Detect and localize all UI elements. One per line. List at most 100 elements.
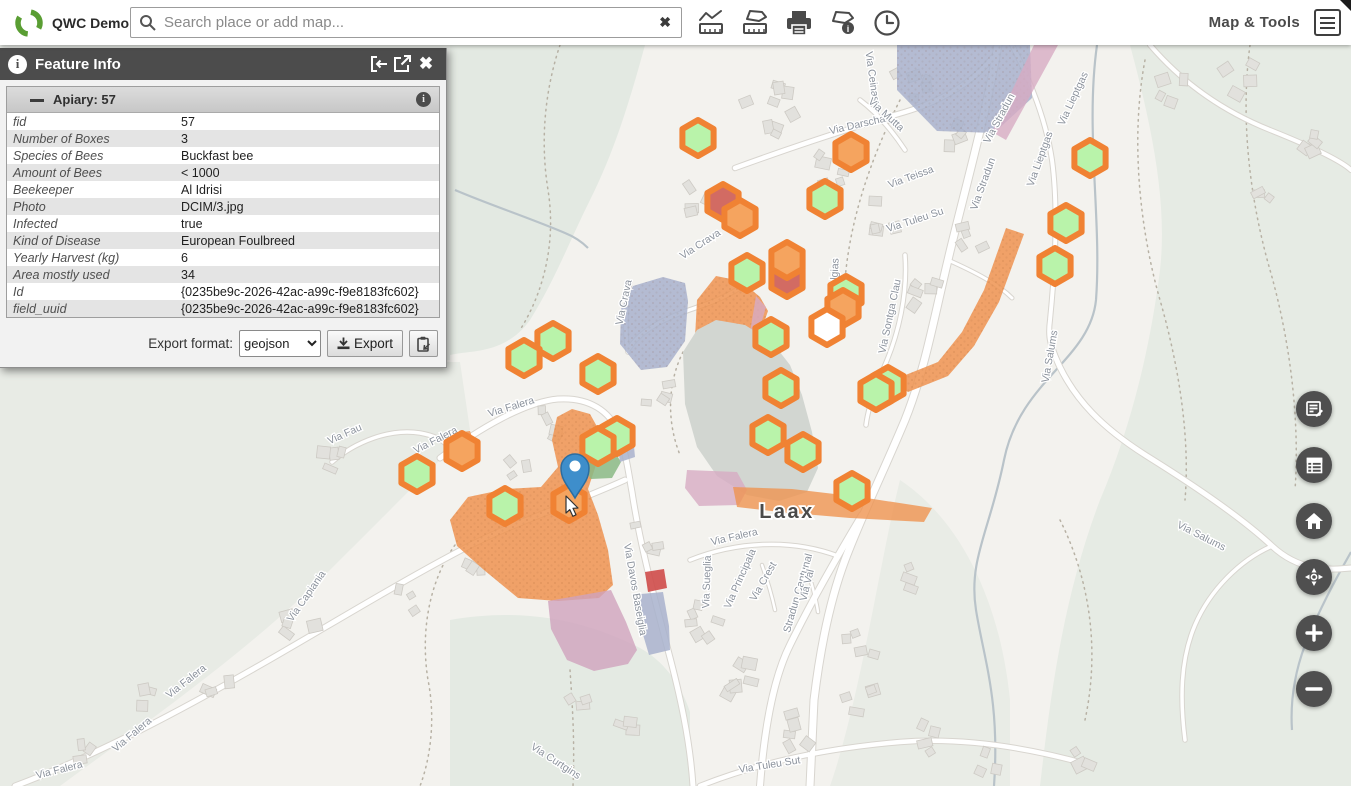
zoom-out-button[interactable] <box>1296 671 1332 707</box>
apiary-hex-marker[interactable] <box>724 200 755 236</box>
apiary-hex-marker[interactable] <box>752 417 783 453</box>
menu-button[interactable] <box>1314 9 1341 36</box>
apiary-hex-marker[interactable] <box>582 428 613 464</box>
attribute-label: Infected <box>7 215 175 232</box>
toolbar-buttons: i <box>694 6 904 40</box>
feature-info-header[interactable]: i Feature Info ✖ <box>0 48 446 80</box>
apiary-hex-marker[interactable] <box>582 356 613 392</box>
attribute-row: Amount of Bees< 1000 <box>7 164 439 181</box>
attribute-label: Species of Bees <box>7 147 175 164</box>
street-label: Via Sueglia <box>700 555 714 608</box>
feature-info-panel: i Feature Info ✖ Apiary: 57 i fid57Nu <box>0 48 447 368</box>
feature-title: Apiary: 57 <box>53 92 416 107</box>
attribute-value: {0235be9c-2026-42ac-a99c-f9e8183fc602} <box>175 300 439 317</box>
apiary-hex-marker[interactable] <box>771 242 802 278</box>
attribute-label: Number of Boxes <box>7 130 175 147</box>
feature-result-section: Apiary: 57 i fid57Number of Boxes3Specie… <box>6 86 440 318</box>
attribute-label: field_uuid <box>7 300 175 317</box>
open-window-icon[interactable] <box>390 53 414 75</box>
feature-section-header[interactable]: Apiary: 57 i <box>7 87 439 113</box>
clear-search-icon[interactable]: ✖ <box>649 14 681 31</box>
attribute-label: Id <box>7 283 175 300</box>
svg-text:i: i <box>847 24 850 34</box>
attribute-label: Yearly Harvest (kg) <box>7 249 175 266</box>
place-label-laax: Laax <box>759 501 815 523</box>
export-format-select[interactable]: geojson <box>239 330 321 357</box>
attribute-row: Yearly Harvest (kg)6 <box>7 249 439 266</box>
attribute-value: true <box>175 215 439 232</box>
panel-title: Feature Info <box>35 56 366 73</box>
attribute-row: PhotoDCIM/3.jpg <box>7 198 439 215</box>
apiary-hex-marker[interactable] <box>1039 248 1070 284</box>
map-tools-label: Map & Tools <box>1209 14 1300 31</box>
export-bar: Export format: geojson Export <box>0 324 446 367</box>
apiary-hex-marker[interactable] <box>446 433 477 469</box>
attribute-row: Kind of DiseaseEuropean Foulbreed <box>7 232 439 249</box>
apiary-hex-marker[interactable] <box>1074 140 1105 176</box>
edit-tasks-button[interactable] <box>1296 391 1332 427</box>
apiary-hex-marker[interactable] <box>860 374 891 410</box>
apiary-hex-marker[interactable] <box>809 181 840 217</box>
app-title: QWC Demo <box>52 15 129 31</box>
attribute-row: Species of BeesBuckfast bee <box>7 147 439 164</box>
attribute-row: BeekeeperAl Idrisi <box>7 181 439 198</box>
attribute-row: field_uuid{0235be9c-2026-42ac-a99c-f9e81… <box>7 300 439 317</box>
app-logo[interactable]: QWC Demo <box>0 8 128 38</box>
building-red[interactable] <box>645 569 667 592</box>
identify-region-icon[interactable]: i <box>826 6 860 40</box>
apiary-hex-marker[interactable] <box>787 434 818 470</box>
feature-info-toggle-icon[interactable]: i <box>416 92 431 107</box>
attribute-row: Id{0235be9c-2026-42ac-a99c-f9e8183fc602} <box>7 283 439 300</box>
attribute-value: Buckfast bee <box>175 147 439 164</box>
locate-button[interactable] <box>1296 559 1332 595</box>
attribute-label: Kind of Disease <box>7 232 175 249</box>
corner-fold-icon[interactable] <box>1340 0 1351 11</box>
attribute-row: Number of Boxes3 <box>7 130 439 147</box>
attribute-value: 3 <box>175 130 439 147</box>
attribute-row: fid57 <box>7 113 439 130</box>
apiary-hex-marker[interactable] <box>765 370 796 406</box>
apiary-hex-marker[interactable] <box>489 488 520 524</box>
attribute-label: Amount of Bees <box>7 164 175 181</box>
attribute-value: 57 <box>175 113 439 130</box>
print-icon[interactable] <box>782 6 816 40</box>
search-input[interactable] <box>162 13 649 32</box>
apiary-hex-marker[interactable] <box>1050 205 1081 241</box>
apiary-hex-marker[interactable] <box>836 473 867 509</box>
search-icon <box>139 14 156 31</box>
top-toolbar: QWC Demo ✖ <box>0 0 1351 45</box>
export-button[interactable]: Export <box>327 330 403 357</box>
attribute-value: DCIM/3.jpg <box>175 198 439 215</box>
attribute-value: 6 <box>175 249 439 266</box>
apiary-hex-marker[interactable] <box>508 340 539 376</box>
measure-icon[interactable] <box>694 6 728 40</box>
export-format-label: Export format: <box>148 336 233 351</box>
collapse-icon[interactable] <box>29 92 45 108</box>
clipboard-icon <box>416 336 431 352</box>
copy-to-clipboard-button[interactable] <box>409 330 438 357</box>
zoom-in-button[interactable] <box>1296 615 1332 651</box>
attribute-label: Photo <box>7 198 175 215</box>
attribute-value: European Foulbreed <box>175 232 439 249</box>
apiary-hex-marker[interactable] <box>835 134 866 170</box>
dock-panel-icon[interactable] <box>366 53 390 75</box>
apiary-hex-marker[interactable] <box>682 120 713 156</box>
search-bar: ✖ <box>130 7 682 38</box>
attribute-table: fid57Number of Boxes3Species of BeesBuck… <box>7 113 439 317</box>
apiary-hex-marker[interactable] <box>811 309 842 345</box>
apiary-hex-marker[interactable] <box>755 319 786 355</box>
close-icon[interactable]: ✖ <box>414 53 438 75</box>
attribute-label: Beekeeper <box>7 181 175 198</box>
compass-logo-icon <box>14 8 44 38</box>
topbar-right: Map & Tools <box>1209 9 1351 36</box>
attribute-value: Al Idrisi <box>175 181 439 198</box>
timeline-clock-icon[interactable] <box>870 6 904 40</box>
qwc-app: Via DarschalèVia CravaVia CravaVia Ceina… <box>0 0 1351 786</box>
attribute-value: < 1000 <box>175 164 439 181</box>
attribute-table-button[interactable] <box>1296 447 1332 483</box>
download-icon <box>337 337 350 350</box>
measure-area-icon[interactable] <box>738 6 772 40</box>
apiary-hex-marker[interactable] <box>731 255 762 291</box>
apiary-hex-marker[interactable] <box>401 456 432 492</box>
home-button[interactable] <box>1296 503 1332 539</box>
